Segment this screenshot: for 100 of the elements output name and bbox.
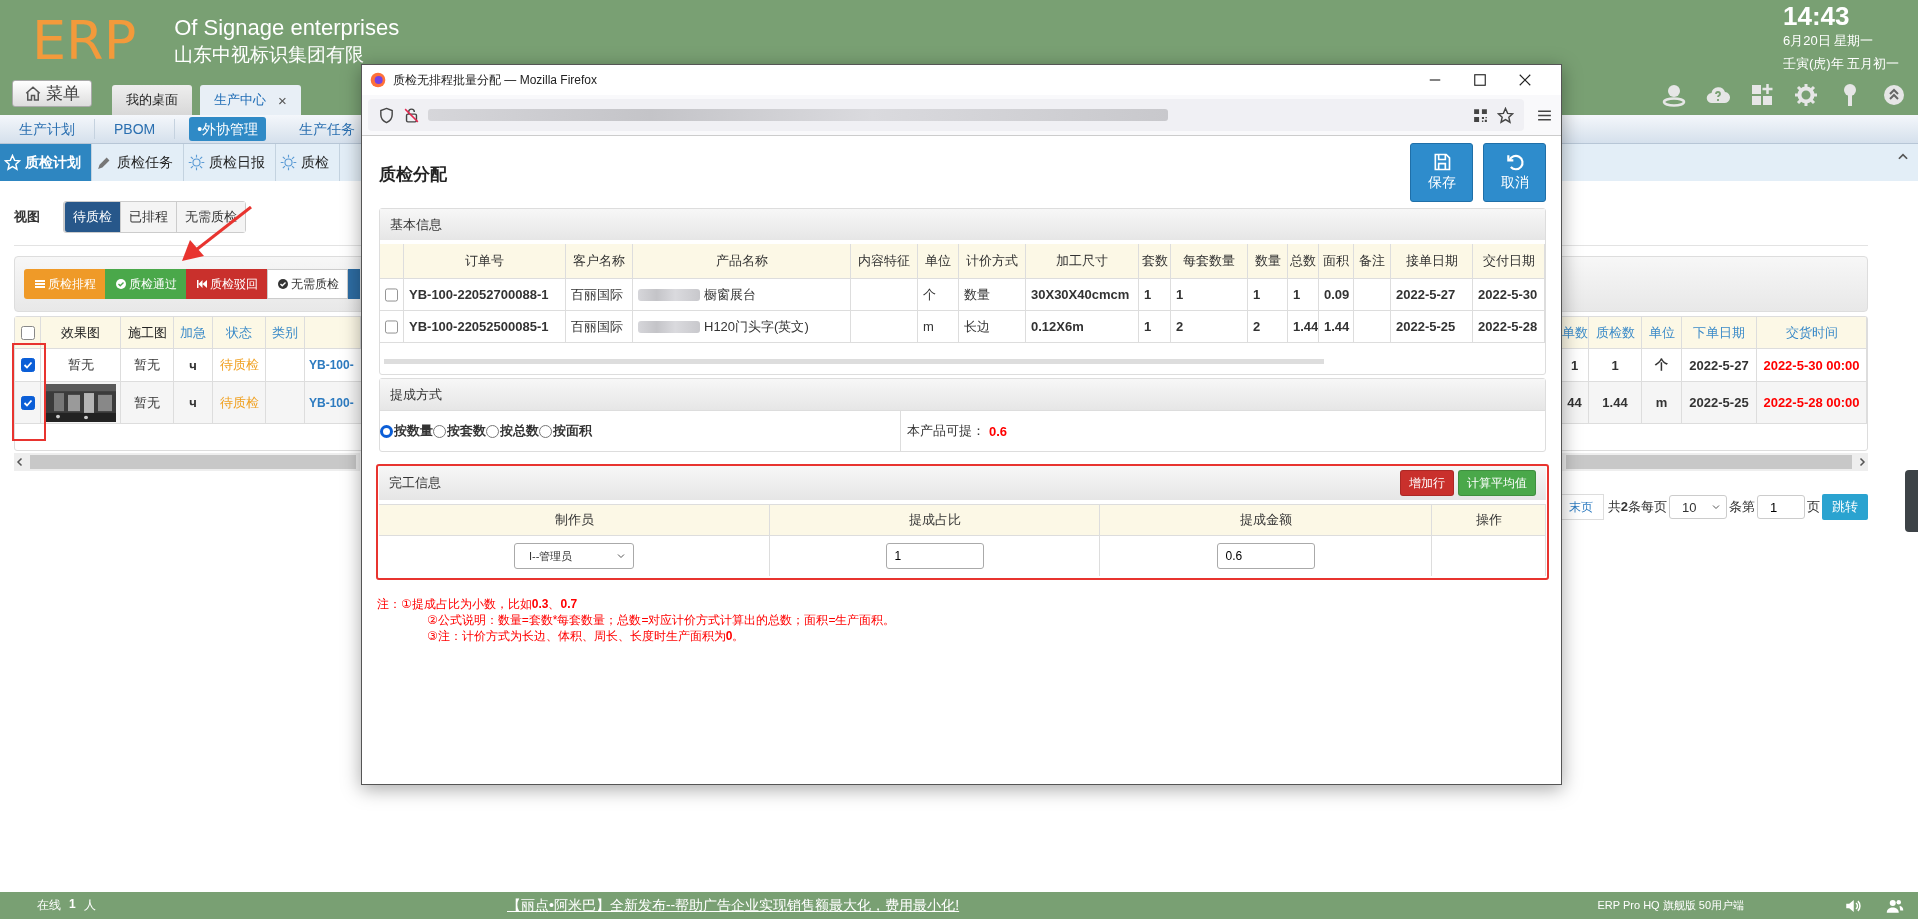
- panel-title: 基本信息: [390, 215, 442, 234]
- column-header: 提成占比: [770, 504, 1100, 535]
- nav-item[interactable]: 生产任务: [280, 119, 356, 139]
- column-header[interactable]: 类别: [266, 317, 305, 349]
- horizontal-scrollbar[interactable]: [14, 453, 360, 471]
- column-header[interactable]: 下单日期: [1682, 317, 1757, 349]
- go-button[interactable]: 跳转: [1822, 494, 1868, 520]
- ratio-input[interactable]: 1: [885, 543, 984, 569]
- user-icon[interactable]: [1662, 83, 1686, 107]
- tab[interactable]: 我的桌面: [112, 85, 192, 115]
- menu-button[interactable]: 菜单: [12, 80, 92, 107]
- reject-button[interactable]: 质检驳回: [186, 269, 267, 299]
- table-cell: 百丽国际: [571, 317, 623, 336]
- note-text: ③注：计价方式为长边、体积、周长、长度时生产面积为0。: [426, 628, 746, 644]
- column-header: 套数: [1139, 244, 1171, 279]
- table-cell: ч: [174, 382, 213, 424]
- view-label: 视图: [14, 208, 41, 226]
- checkbox[interactable]: [385, 287, 398, 302]
- column-header: 操作: [1432, 504, 1546, 535]
- checkbox[interactable]: [20, 395, 35, 410]
- amount-input[interactable]: 0.6: [1216, 543, 1315, 569]
- online-unit: 人: [83, 897, 96, 914]
- settings-icon[interactable]: [1794, 83, 1818, 107]
- column-header: 计价方式: [959, 244, 1026, 279]
- checkbox[interactable]: [385, 319, 398, 334]
- page-size-select[interactable]: 10: [1669, 495, 1727, 519]
- pass-button[interactable]: 质检通过: [105, 269, 186, 299]
- star-icon: [4, 154, 21, 171]
- horizontal-scrollbar[interactable]: [1562, 453, 1868, 471]
- online-count: 1: [69, 897, 76, 913]
- radio-option[interactable]: 按面积: [539, 422, 592, 440]
- column-header[interactable]: 状态: [213, 317, 266, 349]
- table-cell: 30X30X40cmcm: [1031, 287, 1130, 302]
- column-header[interactable]: 交货时间: [1757, 317, 1867, 349]
- table-cell: YB-100-22052500085-1: [409, 319, 549, 334]
- sub-tab[interactable]: 质检计划: [0, 144, 92, 181]
- panel-title: 完工信息: [389, 474, 441, 492]
- page-input[interactable]: 1: [1757, 495, 1805, 519]
- nav-item[interactable]: •外协管理: [189, 117, 267, 141]
- nav-item[interactable]: 生产计划: [0, 119, 95, 139]
- order-link[interactable]: YB-100-: [305, 382, 361, 424]
- column-header: 接单日期: [1391, 244, 1473, 279]
- radio-option[interactable]: 按数量: [380, 422, 433, 440]
- lunar-date: 壬寅(虎)年 五月初一: [1783, 55, 1901, 73]
- tab[interactable]: 生产中心 ×: [200, 85, 301, 115]
- average-button[interactable]: 计算平均值: [1458, 470, 1536, 496]
- shield-icon: [378, 106, 395, 124]
- view-option-button[interactable]: 已排程: [120, 202, 176, 232]
- column-header: 客户名称: [566, 244, 633, 279]
- company-title: Of Signage enterprises: [174, 14, 400, 42]
- close-tab-button[interactable]: ×: [278, 91, 287, 109]
- column-header: 内容特征: [851, 244, 918, 279]
- column-header[interactable]: 单数: [1561, 317, 1589, 349]
- table-cell: 待质检: [213, 382, 266, 424]
- edition-label: ERP Pro HQ 旗舰版 50用户端: [1597, 898, 1744, 913]
- column-header[interactable]: 单位: [1642, 317, 1682, 349]
- table-cell: 2022-5-25: [1682, 382, 1757, 424]
- table-cell: 0.12X6m: [1031, 319, 1084, 334]
- radio-option[interactable]: 按总数: [486, 422, 539, 440]
- cancel-button[interactable]: 取消: [1483, 142, 1546, 202]
- collapse-icon[interactable]: [1882, 83, 1906, 107]
- sub-tab[interactable]: 质检日报: [184, 144, 276, 181]
- maximize-icon[interactable]: [1471, 71, 1489, 89]
- page-heading: 质检分配: [379, 163, 447, 186]
- clock-time: 14:43: [1783, 2, 1851, 30]
- checkbox[interactable]: [20, 358, 35, 372]
- column-header[interactable]: 质检数: [1589, 317, 1642, 349]
- column-header: 制作员: [379, 504, 770, 535]
- bookmark-star-icon[interactable]: [1497, 106, 1514, 124]
- sun-icon: [280, 154, 297, 171]
- table-cell: 1: [1253, 287, 1261, 302]
- column-header[interactable]: 加急: [174, 317, 213, 349]
- table-cell: 2: [1253, 319, 1261, 334]
- sub-tab[interactable]: 质检任务: [92, 144, 184, 181]
- annotation-arrow: [182, 206, 252, 262]
- view-option-button[interactable]: 待质检: [64, 202, 120, 232]
- column-header: 产品名称: [633, 244, 851, 279]
- sub-tab[interactable]: 质检: [276, 144, 340, 181]
- table-cell: 2022-5-25: [1396, 319, 1456, 334]
- skip-button[interactable]: 无需质检: [267, 269, 348, 299]
- table-cell: 1: [1144, 319, 1152, 334]
- list-icon: [33, 278, 46, 290]
- check-circle-icon: [114, 278, 127, 290]
- home-icon: [24, 84, 42, 103]
- qr-code-icon[interactable]: [1472, 106, 1489, 124]
- add-widget-icon[interactable]: [1750, 83, 1774, 107]
- save-button[interactable]: 保存: [1410, 142, 1473, 202]
- checkbox[interactable]: [20, 325, 35, 340]
- clock-date: 6月20日 星期一: [1783, 32, 1875, 50]
- page-label: 条第: [1729, 498, 1755, 516]
- add-row-button[interactable]: 增加行: [1400, 470, 1454, 496]
- radio-option[interactable]: 按套数: [433, 422, 486, 440]
- table-cell: YB-100-22052700088-1: [409, 287, 549, 302]
- nav-item[interactable]: PBOM: [95, 119, 176, 139]
- table-cell: 数量: [964, 285, 990, 304]
- available-value: 0.6: [989, 423, 1008, 439]
- table-cell: 暂无: [121, 382, 174, 424]
- announcement-link[interactable]: 【丽点•阿米巴】全新发布--帮助广告企业实现销售额最大化，费用最小化!: [507, 896, 960, 915]
- table-cell: 个: [923, 285, 936, 304]
- maker-select[interactable]: I--管理员: [514, 543, 634, 569]
